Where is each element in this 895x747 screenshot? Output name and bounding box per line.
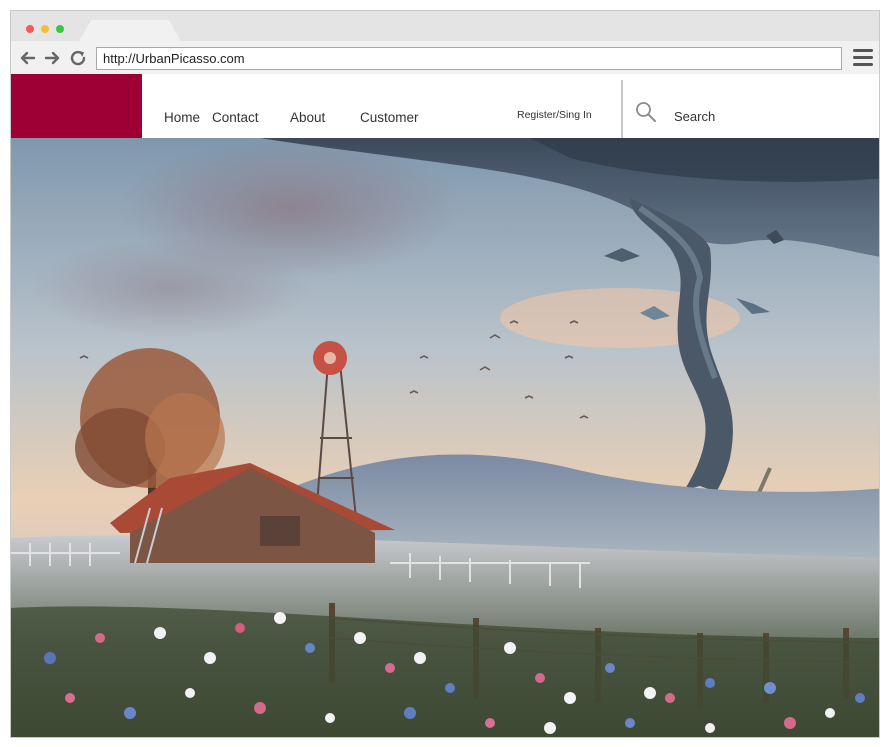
header-divider (621, 80, 623, 138)
site-header: Home Contact About Customer Register/Sin… (11, 74, 879, 138)
hero-painting (11, 138, 879, 737)
browser-toolbar: http://UrbanPicasso.com (11, 41, 879, 75)
nav-contact[interactable]: Contact (212, 110, 259, 125)
minimize-window-button[interactable] (41, 25, 49, 33)
register-signin-link[interactable]: Register/Sing In (517, 109, 592, 121)
browser-tab[interactable] (79, 20, 181, 41)
nav-about[interactable]: About (290, 110, 325, 125)
browser-window: http://UrbanPicasso.com Home Contact Abo… (10, 10, 880, 738)
forward-arrow-icon[interactable] (43, 49, 61, 67)
menu-icon[interactable] (853, 49, 873, 67)
nav-home[interactable]: Home (164, 110, 200, 125)
search-icon[interactable] (635, 101, 657, 123)
back-arrow-icon[interactable] (19, 49, 37, 67)
close-window-button[interactable] (26, 25, 34, 33)
nav-customer[interactable]: Customer (360, 110, 419, 125)
reload-icon[interactable] (69, 49, 87, 67)
address-bar[interactable]: http://UrbanPicasso.com (96, 47, 842, 70)
tab-strip (11, 11, 879, 41)
search-field[interactable]: Search (674, 109, 715, 124)
maximize-window-button[interactable] (56, 25, 64, 33)
logo-block[interactable] (11, 74, 142, 138)
